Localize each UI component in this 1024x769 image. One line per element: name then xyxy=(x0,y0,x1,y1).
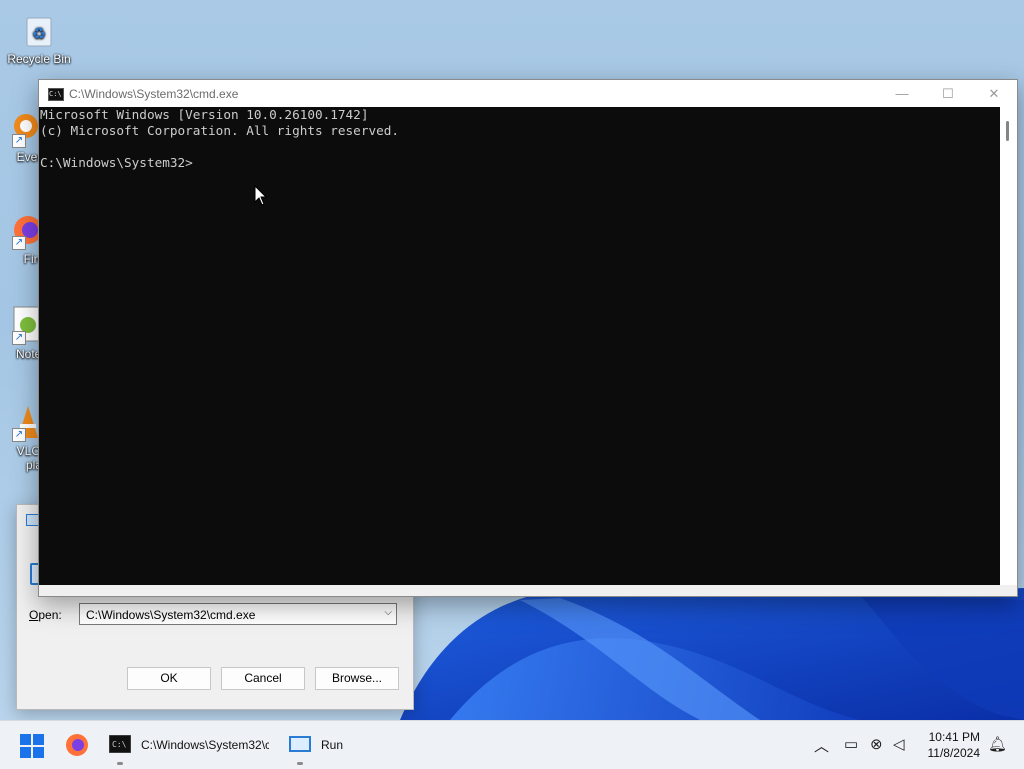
run-icon xyxy=(289,736,311,752)
speaker-icon[interactable]: ◁ xyxy=(893,735,905,753)
everything-icon: ↗ xyxy=(0,108,38,148)
console-line: Microsoft Windows [Version 10.0.26100.17… xyxy=(40,107,369,122)
desktop-icon-recycle-bin[interactable]: ♻ Recycle Bin xyxy=(1,10,77,66)
svg-text:♻: ♻ xyxy=(32,26,46,43)
cmd-icon: C:\ xyxy=(109,735,131,753)
clock-time: 10:41 PM xyxy=(928,730,980,744)
taskbar-run[interactable]: Run xyxy=(284,721,354,769)
browse-button[interactable]: Browse... xyxy=(315,667,399,690)
windows-logo-icon xyxy=(20,734,44,758)
ok-button[interactable]: OK xyxy=(127,667,211,690)
shortcut-arrow-icon: ↗ xyxy=(12,428,26,442)
start-button[interactable] xyxy=(14,721,50,769)
desktop-icon-label: Recycle Bin xyxy=(7,52,71,66)
display-icon[interactable]: ▭ xyxy=(844,735,858,753)
taskbar: C:\ C:\Windows\System32\c Run ︿ ▭ ⊗ ◁ 10… xyxy=(0,720,1024,769)
scrollbar-thumb[interactable] xyxy=(1006,121,1009,141)
open-label-text: pen: xyxy=(38,608,62,622)
shortcut-arrow-icon: ↗ xyxy=(12,134,26,148)
shortcut-arrow-icon: ↗ xyxy=(12,331,26,345)
open-combobox[interactable]: C:\Windows\System32\cmd.exe ⌵ xyxy=(79,603,397,625)
clock[interactable]: 10:41 PM 11/8/2024 xyxy=(928,729,981,761)
console-prompt[interactable]: C:\Windows\System32> xyxy=(39,155,999,171)
taskbar-run-label: Run xyxy=(321,738,344,752)
firefox-icon xyxy=(66,734,88,756)
network-icon[interactable]: ⊗ xyxy=(870,735,883,753)
running-indicator xyxy=(297,762,303,765)
notification-bell-icon[interactable]: 🔔︎ xyxy=(988,735,1007,753)
vlc-icon: ↗ xyxy=(0,402,38,442)
open-input[interactable]: C:\Windows\System32\cmd.exe xyxy=(86,608,255,622)
open-label: Open: xyxy=(29,608,62,622)
running-indicator xyxy=(117,762,123,765)
chevron-up-icon[interactable]: ︿ xyxy=(814,735,829,756)
maximize-button[interactable]: ☐ xyxy=(925,80,971,107)
vertical-scrollbar[interactable] xyxy=(1000,107,1017,585)
cancel-button[interactable]: Cancel xyxy=(221,667,305,690)
clock-date: 11/8/2024 xyxy=(927,746,981,760)
cmd-titlebar[interactable]: C:\ C:\Windows\System32\cmd.exe — ☐ ✕ xyxy=(39,80,1017,107)
cmd-title: C:\Windows\System32\cmd.exe xyxy=(69,87,239,101)
recycle-bin-icon: ♻ xyxy=(19,10,59,50)
mouse-cursor-icon xyxy=(254,184,268,210)
cmd-app-icon[interactable]: C:\ xyxy=(48,88,64,101)
cmd-window[interactable]: C:\ C:\Windows\System32\cmd.exe — ☐ ✕ Mi… xyxy=(38,79,1018,597)
close-button[interactable]: ✕ xyxy=(971,80,1017,107)
svg-text:C:\: C:\ xyxy=(112,740,127,749)
taskbar-cmd[interactable]: C:\ C:\Windows\System32\c xyxy=(104,721,276,769)
notepad-icon: ↗ xyxy=(0,305,41,345)
taskbar-cmd-label: C:\Windows\System32\c xyxy=(141,738,269,752)
firefox-icon: ↗ xyxy=(0,210,42,250)
cmd-console[interactable]: Microsoft Windows [Version 10.0.26100.17… xyxy=(39,107,999,585)
shortcut-arrow-icon: ↗ xyxy=(12,236,26,250)
chevron-down-icon[interactable]: ⌵ xyxy=(384,607,392,618)
cmd-bottom-border xyxy=(39,585,1017,596)
minimize-button[interactable]: — xyxy=(879,80,925,107)
console-line: (c) Microsoft Corporation. All rights re… xyxy=(40,123,400,138)
taskbar-firefox[interactable] xyxy=(60,721,96,769)
